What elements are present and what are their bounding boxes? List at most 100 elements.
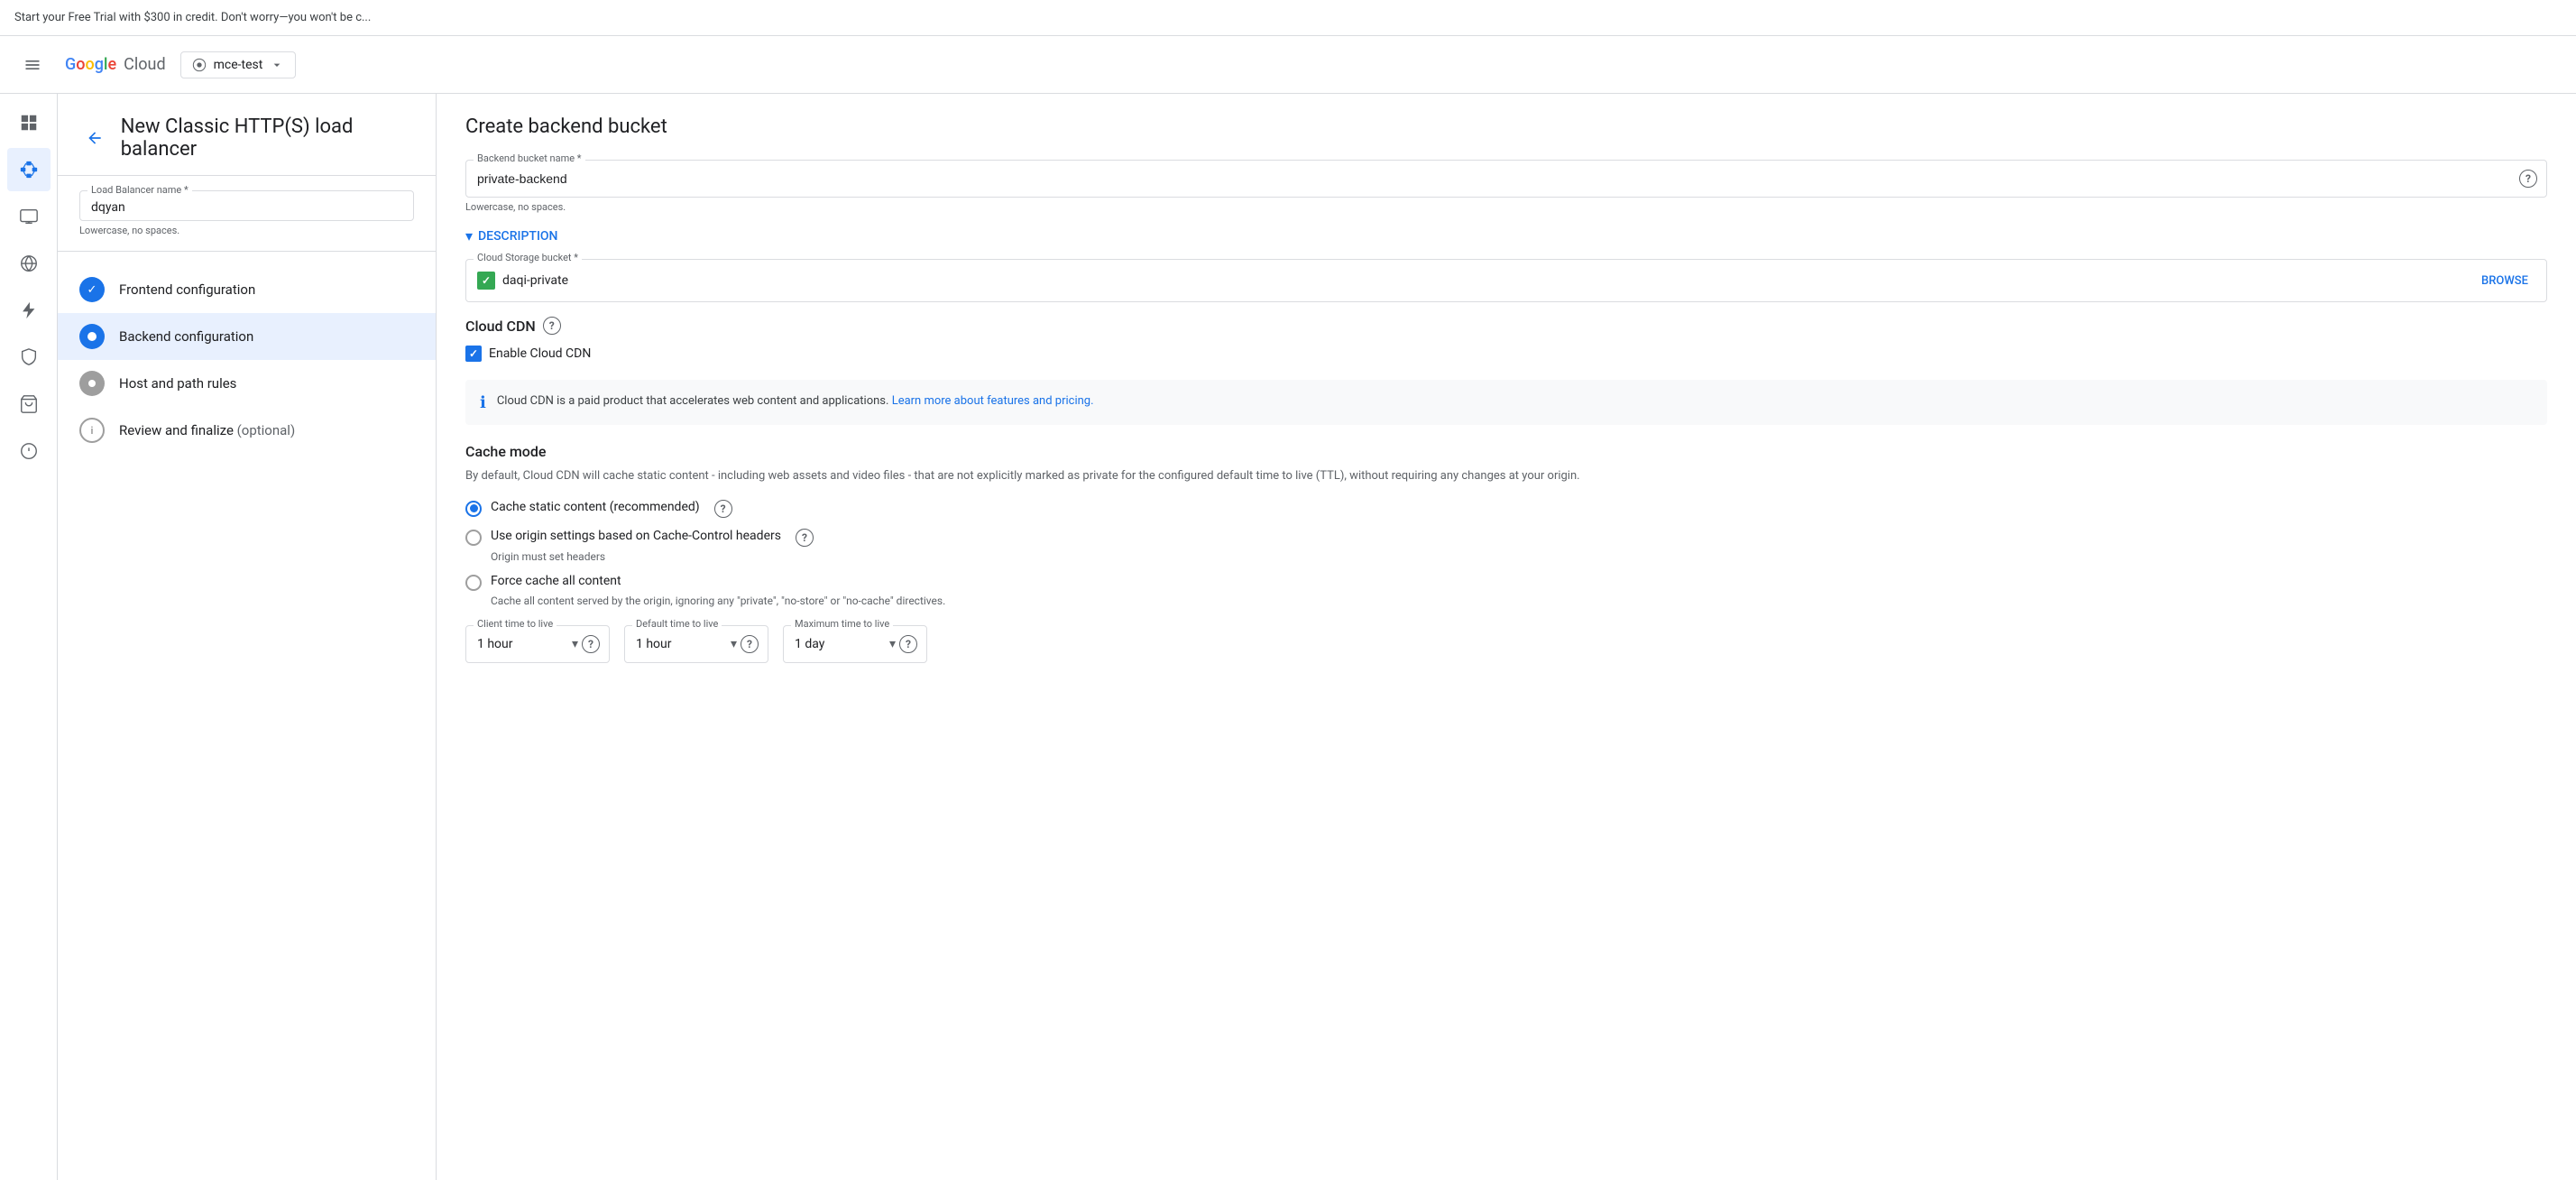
enable-cdn-row: Enable Cloud CDN — [465, 346, 2547, 362]
sidebar-icon-info[interactable] — [7, 429, 51, 473]
client-ttl-field[interactable]: Client time to live 1 hour ▾ ? — [465, 625, 610, 663]
storage-bucket-field[interactable]: Cloud Storage bucket * ✓ daqi-private BR… — [465, 259, 2547, 302]
project-name: mce-test — [214, 58, 263, 72]
radio-force-option[interactable]: Force cache all content — [465, 574, 2547, 591]
page-title: New Classic HTTP(S) load balancer — [121, 115, 414, 161]
backend-bucket-name-input[interactable] — [466, 161, 2519, 197]
lb-name-section: Load Balancer name * dqyan Lowercase, no… — [58, 176, 436, 252]
main-layout: New Classic HTTP(S) load balancer Load B… — [0, 94, 2576, 1180]
back-button[interactable] — [79, 122, 110, 154]
backend-bucket-name-label: Backend bucket name * — [474, 152, 585, 164]
cdn-label: Cloud CDN ? — [465, 317, 2547, 335]
app-container: Start your Free Trial with $300 in credi… — [0, 0, 2576, 1180]
radio-static-label: Cache static content (recommended) — [491, 500, 700, 514]
cdn-info-text: Cloud CDN is a paid product that acceler… — [497, 392, 1094, 412]
default-ttl-dropdown[interactable]: ▾ — [731, 637, 737, 651]
menu-button[interactable] — [14, 47, 51, 83]
panel-title: Create backend bucket — [465, 115, 2547, 138]
sidebar-icon-grid[interactable] — [7, 101, 51, 144]
step-icon-hostpath — [79, 371, 105, 396]
step-label-review: Review and finalize (optional) — [119, 422, 295, 438]
left-sidebar — [0, 94, 58, 1180]
client-ttl-help[interactable]: ? — [582, 635, 600, 653]
storage-bucket-label: Cloud Storage bucket * — [474, 252, 582, 263]
backend-bucket-name-field[interactable]: Backend bucket name * ? — [465, 160, 2547, 198]
storage-bucket-row: Cloud Storage bucket * ✓ daqi-private BR… — [465, 259, 2547, 302]
radio-origin-sub: Origin must set headers — [491, 550, 2547, 563]
default-ttl-field[interactable]: Default time to live 1 hour ▾ ? — [624, 625, 768, 663]
chevron-down-icon: ▾ — [465, 227, 473, 244]
backend-bucket-name-row: Backend bucket name * ? Lowercase, no sp… — [465, 160, 2547, 213]
bucket-name-value: daqi-private — [502, 273, 2474, 288]
project-selector[interactable]: mce-test — [180, 51, 297, 78]
radio-origin-option[interactable]: Use origin settings based on Cache-Contr… — [465, 529, 2547, 547]
lb-name-value: dqyan — [91, 198, 402, 217]
step-icon-backend — [79, 324, 105, 349]
sidebar-icon-shield[interactable] — [7, 336, 51, 379]
lb-name-hint: Lowercase, no spaces. — [79, 225, 414, 236]
lb-name-label: Load Balancer name * — [87, 184, 192, 196]
top-banner: Start your Free Trial with $300 in credi… — [0, 0, 2576, 36]
enable-cdn-label: Enable Cloud CDN — [489, 346, 591, 361]
radio-static-btn[interactable] — [465, 501, 482, 517]
google-cloud-logo: Google Cloud — [65, 55, 166, 74]
sidebar-icon-lightning[interactable] — [7, 289, 51, 332]
step-item-backend[interactable]: Backend configuration — [58, 313, 436, 360]
max-ttl-label: Maximum time to live — [791, 618, 893, 630]
step-item-hostpath[interactable]: Host and path rules — [58, 360, 436, 407]
enable-cdn-checkbox[interactable] — [465, 346, 482, 362]
backend-bucket-name-hint: Lowercase, no spaces. — [465, 201, 2547, 213]
banner-text: Start your Free Trial with $300 in credi… — [14, 11, 371, 24]
radio-force-label: Force cache all content — [491, 574, 621, 588]
ttl-row: Client time to live 1 hour ▾ ? Default t… — [465, 625, 2547, 663]
step-label-hostpath: Host and path rules — [119, 375, 236, 392]
sidebar-icon-cart[interactable] — [7, 383, 51, 426]
cdn-section: Cloud CDN ? Enable Cloud CDN — [465, 317, 2547, 362]
max-ttl-value: 1 day — [795, 637, 886, 651]
step-icon-review: i — [79, 418, 105, 443]
step-icon-frontend: ✓ — [79, 277, 105, 302]
client-ttl-dropdown[interactable]: ▾ — [572, 637, 578, 651]
step-label-frontend: Frontend configuration — [119, 281, 255, 298]
cache-mode-desc: By default, Cloud CDN will cache static … — [465, 467, 2547, 485]
radio-force-btn[interactable] — [465, 575, 482, 591]
client-ttl-value: 1 hour — [477, 637, 568, 651]
default-ttl-value: 1 hour — [636, 637, 727, 651]
backend-bucket-name-help[interactable]: ? — [2519, 170, 2537, 188]
cache-mode-title: Cache mode — [465, 443, 2547, 460]
radio-origin-btn[interactable] — [465, 530, 482, 546]
client-ttl-label: Client time to live — [474, 618, 557, 630]
cdn-help-icon[interactable]: ? — [543, 317, 561, 335]
bucket-icon: ✓ — [477, 272, 495, 290]
page-header: New Classic HTTP(S) load balancer — [58, 94, 436, 176]
radio-static: Cache static content (recommended) ? — [465, 500, 2547, 518]
max-ttl-dropdown[interactable]: ▾ — [889, 637, 896, 651]
header: Google Cloud mce-test — [0, 36, 2576, 94]
info-icon: ℹ — [480, 393, 486, 412]
step-label-backend: Backend configuration — [119, 328, 253, 345]
radio-static-help[interactable]: ? — [714, 500, 732, 518]
content-area: New Classic HTTP(S) load balancer Load B… — [58, 94, 2576, 1180]
sidebar-icon-network[interactable] — [7, 148, 51, 191]
radio-static-option[interactable]: Cache static content (recommended) ? — [465, 500, 2547, 518]
browse-button[interactable]: BROWSE — [2474, 271, 2535, 291]
sidebar-icon-compute[interactable] — [7, 195, 51, 238]
radio-origin-help[interactable]: ? — [796, 529, 814, 547]
max-ttl-field[interactable]: Maximum time to live 1 day ▾ ? — [783, 625, 927, 663]
steps-list: ✓ Frontend configuration Backend configu… — [58, 252, 436, 468]
description-label: DESCRIPTION — [478, 229, 557, 244]
max-ttl-help[interactable]: ? — [899, 635, 917, 653]
cdn-learn-more-link[interactable]: Learn more about features and pricing. — [892, 394, 1094, 408]
cache-mode-section: Cache mode By default, Cloud CDN will ca… — [465, 443, 2547, 607]
description-toggle[interactable]: ▾ DESCRIPTION — [465, 227, 2547, 244]
radio-origin: Use origin settings based on Cache-Contr… — [465, 529, 2547, 563]
default-ttl-label: Default time to live — [632, 618, 722, 630]
step-item-review[interactable]: i Review and finalize (optional) — [58, 407, 436, 454]
sidebar-icon-globe[interactable] — [7, 242, 51, 285]
steps-panel: New Classic HTTP(S) load balancer Load B… — [58, 94, 437, 1180]
step-item-frontend[interactable]: ✓ Frontend configuration — [58, 266, 436, 313]
default-ttl-help[interactable]: ? — [741, 635, 759, 653]
radio-force-sub: Cache all content served by the origin, … — [491, 595, 2547, 607]
lb-name-field[interactable]: Load Balancer name * dqyan — [79, 190, 414, 221]
radio-origin-label: Use origin settings based on Cache-Contr… — [491, 529, 781, 543]
